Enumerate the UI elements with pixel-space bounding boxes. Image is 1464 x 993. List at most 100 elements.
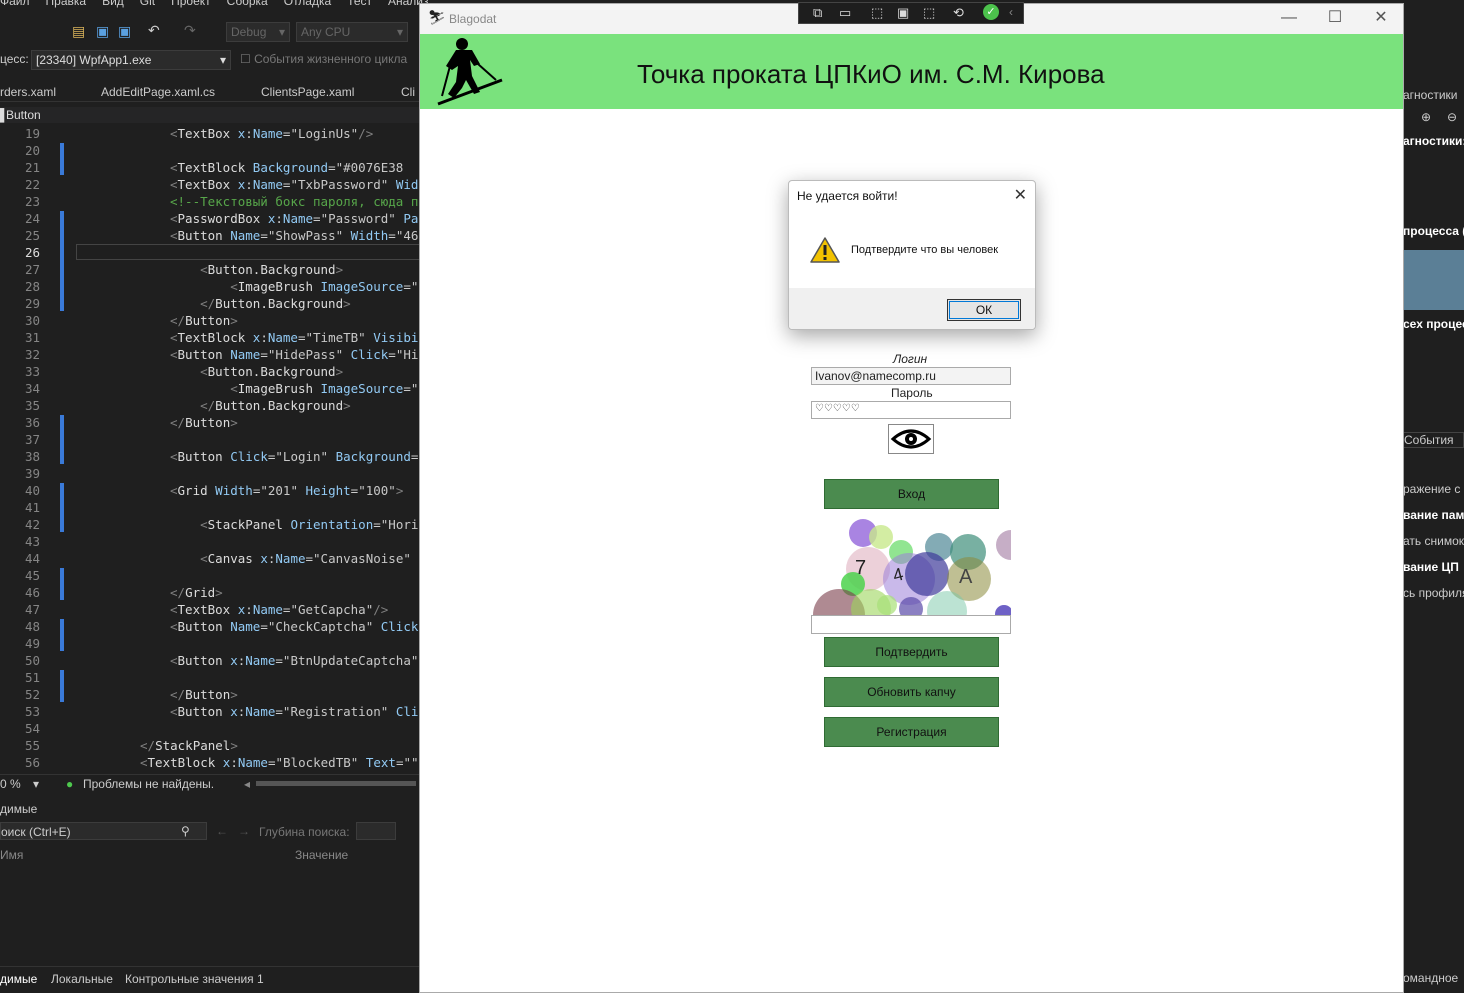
code-line[interactable]: </Button>	[170, 687, 238, 702]
camera-icon[interactable]: ▭	[839, 5, 851, 21]
tab-orders[interactable]: rders.xaml	[0, 84, 56, 102]
code-line[interactable]: <TextBox x:Name="TxbPassword" Wid	[170, 177, 418, 192]
code-line[interactable]: </StackPanel>	[140, 738, 238, 753]
scroll-left-icon[interactable]: ◂	[244, 777, 250, 791]
code-line[interactable]: <!--Текстовый бокс пароля, сюда п	[170, 194, 418, 209]
menu-item[interactable]: Отладка	[284, 0, 331, 8]
diag-item[interactable]: ражение с	[1403, 482, 1460, 496]
code-line[interactable]: </Button.Background>	[170, 398, 351, 413]
chevron-down-icon[interactable]: ▾	[33, 777, 39, 791]
breadcrumb[interactable]: ▌ Button	[0, 107, 420, 123]
code-line[interactable]: </Button.Background>	[170, 296, 351, 311]
code-line[interactable]: <Button.Background>	[170, 262, 343, 277]
command-tab[interactable]: омандное	[1403, 971, 1458, 985]
breadcrumb-label: Button	[6, 108, 41, 122]
code-line[interactable]: <Canvas x:Name="CanvasNoise"	[170, 551, 411, 566]
line-number: 29	[24, 296, 40, 311]
platform-combo[interactable]: Any CPU ▾	[296, 22, 408, 42]
code-line[interactable]: <TextBlock Background="#0076E38	[170, 160, 403, 175]
code-line[interactable]: <TextBlock x:Name="TimeTB" Visibi	[170, 330, 418, 345]
back-arrow-icon[interactable]: ←	[216, 824, 228, 838]
diag-item[interactable]: сь профиля	[1403, 586, 1464, 600]
config-combo[interactable]: Debug ▾	[226, 22, 290, 42]
app-title: Blagodat	[449, 12, 497, 26]
code-line[interactable]: <TextBlock x:Name="BlockedTB" Text=""	[140, 755, 419, 770]
tab-locals[interactable]: Локальные	[51, 972, 113, 986]
lifecycle-label: События жизненного цикла	[254, 52, 408, 66]
horizontal-scrollbar[interactable]	[256, 781, 416, 786]
show-password-button[interactable]	[888, 424, 934, 454]
warning-icon	[810, 237, 840, 263]
process-combo[interactable]: [23340] WpfApp1.exe ▾	[31, 50, 231, 70]
undo-icon[interactable]: ↶	[148, 22, 160, 39]
zoom-in-icon[interactable]: ⊕	[1421, 110, 1431, 124]
code-line[interactable]: <ImageBrush ImageSource="	[170, 279, 418, 294]
depth-combo[interactable]	[356, 822, 396, 840]
collapse-icon[interactable]: ‹	[1009, 5, 1013, 19]
adorner-icon[interactable]: ▣	[897, 5, 909, 21]
live-tree-icon[interactable]: ⧉	[813, 5, 822, 21]
code-line[interactable]: <TextBox x:Name="GetCapcha"/>	[170, 602, 388, 617]
forward-arrow-icon[interactable]: →	[238, 824, 250, 838]
menu-item[interactable]: Проект	[171, 0, 211, 8]
search-input[interactable]: оиск (Ctrl+E) ⚲	[0, 822, 207, 840]
menu-item[interactable]: Файл	[0, 0, 30, 8]
diag-item[interactable]: вание памя	[1403, 508, 1464, 522]
code-line[interactable]: <Button.Background>	[170, 364, 343, 379]
maximize-button[interactable]: ☐	[1312, 4, 1358, 34]
hot-reload-icon[interactable]: ⟲	[953, 5, 964, 21]
tab-autos[interactable]: димые	[0, 972, 37, 986]
track-focus-icon[interactable]: ⬚	[923, 5, 935, 21]
redo-icon[interactable]: ↷	[184, 22, 196, 39]
code-line[interactable]: </Grid>	[170, 585, 223, 600]
refresh-captcha-button[interactable]: Обновить капчу	[824, 677, 999, 707]
diag-item[interactable]: вание ЦП	[1403, 560, 1459, 574]
diag-item[interactable]: ать снимок	[1403, 534, 1464, 548]
captcha-input[interactable]	[811, 615, 1011, 634]
code-line[interactable]: </Button>	[170, 313, 238, 328]
zoom-level[interactable]: 0 %	[0, 777, 21, 791]
change-marker	[60, 415, 64, 464]
code-line[interactable]: <Grid Width="201" Height="100">	[170, 483, 403, 498]
code-line[interactable]: <StackPanel Orientation="Hori	[170, 517, 418, 532]
confirm-captcha-button[interactable]: Подтвердить	[824, 637, 999, 667]
tab-addeditpage[interactable]: AddEditPage.xaml.cs	[101, 84, 215, 102]
tab-clients-more[interactable]: Cli	[401, 84, 415, 102]
code-line[interactable]: <Button Name="HidePass" Click="Hi	[170, 347, 418, 362]
tab-clientspage[interactable]: ClientsPage.xaml	[261, 84, 354, 102]
tab-watch[interactable]: Контрольные значения 1	[125, 972, 264, 986]
code-line[interactable]: <Button x:Name="BtnUpdateCaptcha"	[170, 653, 418, 668]
code-line[interactable]: <Button Name="CheckCaptcha" Click	[170, 619, 418, 634]
column-value: Значение	[295, 848, 349, 862]
line-number: 20	[24, 143, 40, 158]
save-icon[interactable]: ▣	[96, 23, 109, 40]
menu-item[interactable]: Git	[140, 0, 155, 8]
code-line[interactable]: <ImageBrush ImageSource="	[170, 381, 418, 396]
menu-item[interactable]: Правка	[46, 0, 87, 8]
save-all-icon[interactable]: ▣	[118, 23, 131, 40]
code-editor[interactable]: 19 <TextBox x:Name="LoginUs"/> 20 21 <TextBl…	[0, 124, 420, 776]
close-button[interactable]: ✕	[1358, 4, 1404, 34]
code-line[interactable]: <Button Click="Login" Background=	[170, 449, 418, 464]
menu-item[interactable]: Тест	[347, 0, 372, 8]
tab-events[interactable]: События	[1403, 432, 1464, 448]
ok-button[interactable]: ОК	[947, 299, 1021, 321]
login-input[interactable]: Ivanov@namecomp.ru	[811, 367, 1011, 385]
line-number: 40	[24, 483, 40, 498]
lifecycle-events[interactable]: ☐ События жизненного цикла	[240, 52, 407, 66]
password-input[interactable]: ♡♡♡♡♡	[811, 401, 1011, 419]
zoom-out-icon[interactable]: ⊖	[1447, 110, 1457, 124]
minimize-button[interactable]: —	[1266, 4, 1312, 34]
code-line[interactable]: <Button Name="ShowPass" Width="46	[170, 228, 418, 243]
login-button[interactable]: Вход	[824, 479, 999, 509]
code-line[interactable]: <Button x:Name="Registration" Cli	[170, 704, 418, 719]
dialog-close-icon[interactable]: ✕	[1014, 185, 1027, 205]
select-element-icon[interactable]: ⬚	[871, 5, 883, 21]
menu-item[interactable]: Вид	[102, 0, 124, 8]
code-line[interactable]: </Button>	[170, 415, 238, 430]
menu-item[interactable]: Сборка	[227, 0, 268, 8]
open-folder-icon[interactable]: ▤	[72, 23, 85, 40]
code-line[interactable]: <PasswordBox x:Name="Password" Pa	[170, 211, 418, 226]
code-line[interactable]: <TextBox x:Name="LoginUs"/>	[170, 126, 373, 141]
registration-button[interactable]: Регистрация	[824, 717, 999, 747]
